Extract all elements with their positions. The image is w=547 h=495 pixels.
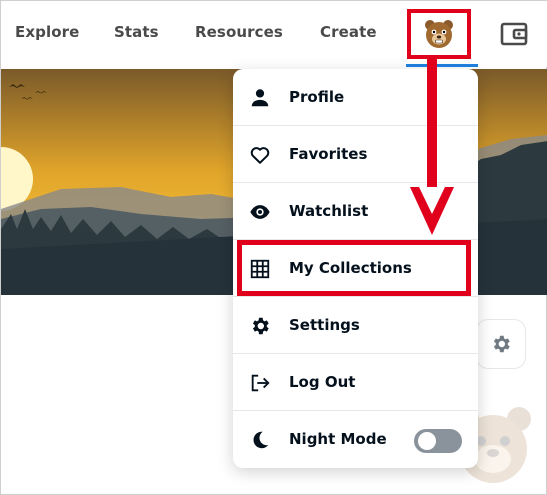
person-icon — [251, 89, 269, 107]
menu-item-label: Watchlist — [289, 202, 369, 220]
night-mode-toggle[interactable] — [414, 429, 462, 453]
heart-icon — [250, 147, 270, 164]
menu-item-night-mode: Night Mode — [233, 411, 478, 468]
moon-icon — [253, 431, 269, 449]
nav-link-explore[interactable]: Explore — [15, 23, 79, 41]
logout-icon — [251, 374, 270, 392]
menu-item-label: Night Mode — [289, 430, 387, 448]
bear-avatar-icon — [425, 20, 453, 48]
page-settings-button[interactable] — [476, 319, 526, 369]
eye-icon — [250, 205, 270, 219]
menu-item-log-out[interactable]: Log Out — [233, 354, 478, 411]
gear-icon — [493, 335, 510, 353]
nav-link-create[interactable]: Create — [320, 23, 377, 41]
menu-item-label: Log Out — [289, 373, 356, 391]
annotation-highlight-box — [237, 240, 471, 296]
wallet-button[interactable] — [499, 19, 529, 49]
menu-item-label: Settings — [289, 316, 360, 334]
wallet-icon — [500, 22, 528, 46]
nav-link-resources[interactable]: Resources — [195, 23, 283, 41]
toggle-knob — [418, 432, 436, 450]
nav-link-stats[interactable]: Stats — [114, 23, 159, 41]
gear-icon — [252, 317, 269, 335]
top-navigation: Explore Stats Resources Create — [1, 1, 547, 67]
menu-item-settings[interactable]: Settings — [233, 297, 478, 354]
menu-item-label: Favorites — [289, 145, 368, 163]
profile-avatar-button[interactable] — [407, 9, 471, 59]
down-arrow-icon — [410, 59, 454, 235]
menu-item-label: Profile — [289, 88, 345, 106]
